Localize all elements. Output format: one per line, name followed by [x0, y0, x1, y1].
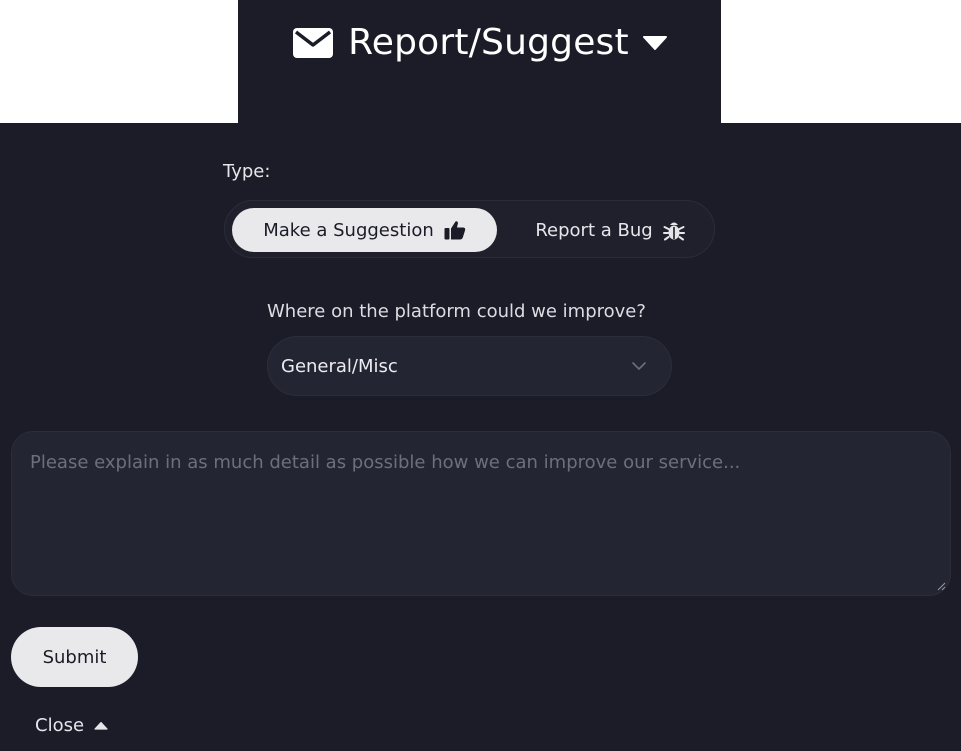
details-placeholder: Please explain in as much detail as poss…: [30, 452, 741, 473]
make-suggestion-label: Make a Suggestion: [263, 219, 434, 241]
area-label: Where on the platform could we improve?: [267, 301, 646, 322]
bug-icon: [662, 219, 685, 241]
report-suggest-toggle[interactable]: Report/Suggest: [238, 0, 721, 123]
report-bug-label: Report a Bug: [535, 219, 653, 241]
chevron-down-icon: [631, 361, 647, 371]
caret-up-icon: [94, 721, 108, 730]
close-button[interactable]: Close: [35, 715, 108, 736]
details-textarea[interactable]: Please explain in as much detail as poss…: [11, 431, 951, 596]
page: Report/Suggest Type: Make a Suggestion R…: [0, 0, 961, 751]
type-selector: Make a Suggestion Report a Bug: [224, 200, 715, 258]
header-inner: Report/Suggest: [292, 22, 667, 63]
area-select[interactable]: General/Misc: [267, 336, 672, 396]
envelope-icon: [292, 27, 334, 59]
report-bug-option[interactable]: Report a Bug: [510, 208, 710, 252]
report-suggest-panel: Type: Make a Suggestion Report a Bug Whe…: [0, 123, 961, 751]
header-title: Report/Suggest: [348, 22, 629, 63]
area-select-value: General/Misc: [281, 355, 398, 377]
caret-down-icon: [642, 35, 667, 50]
make-suggestion-option[interactable]: Make a Suggestion: [232, 208, 497, 252]
thumbs-up-icon: [444, 220, 466, 240]
resize-handle-icon[interactable]: [936, 581, 946, 591]
submit-button[interactable]: Submit: [11, 627, 138, 687]
type-label: Type:: [223, 161, 271, 182]
close-label: Close: [35, 715, 85, 736]
